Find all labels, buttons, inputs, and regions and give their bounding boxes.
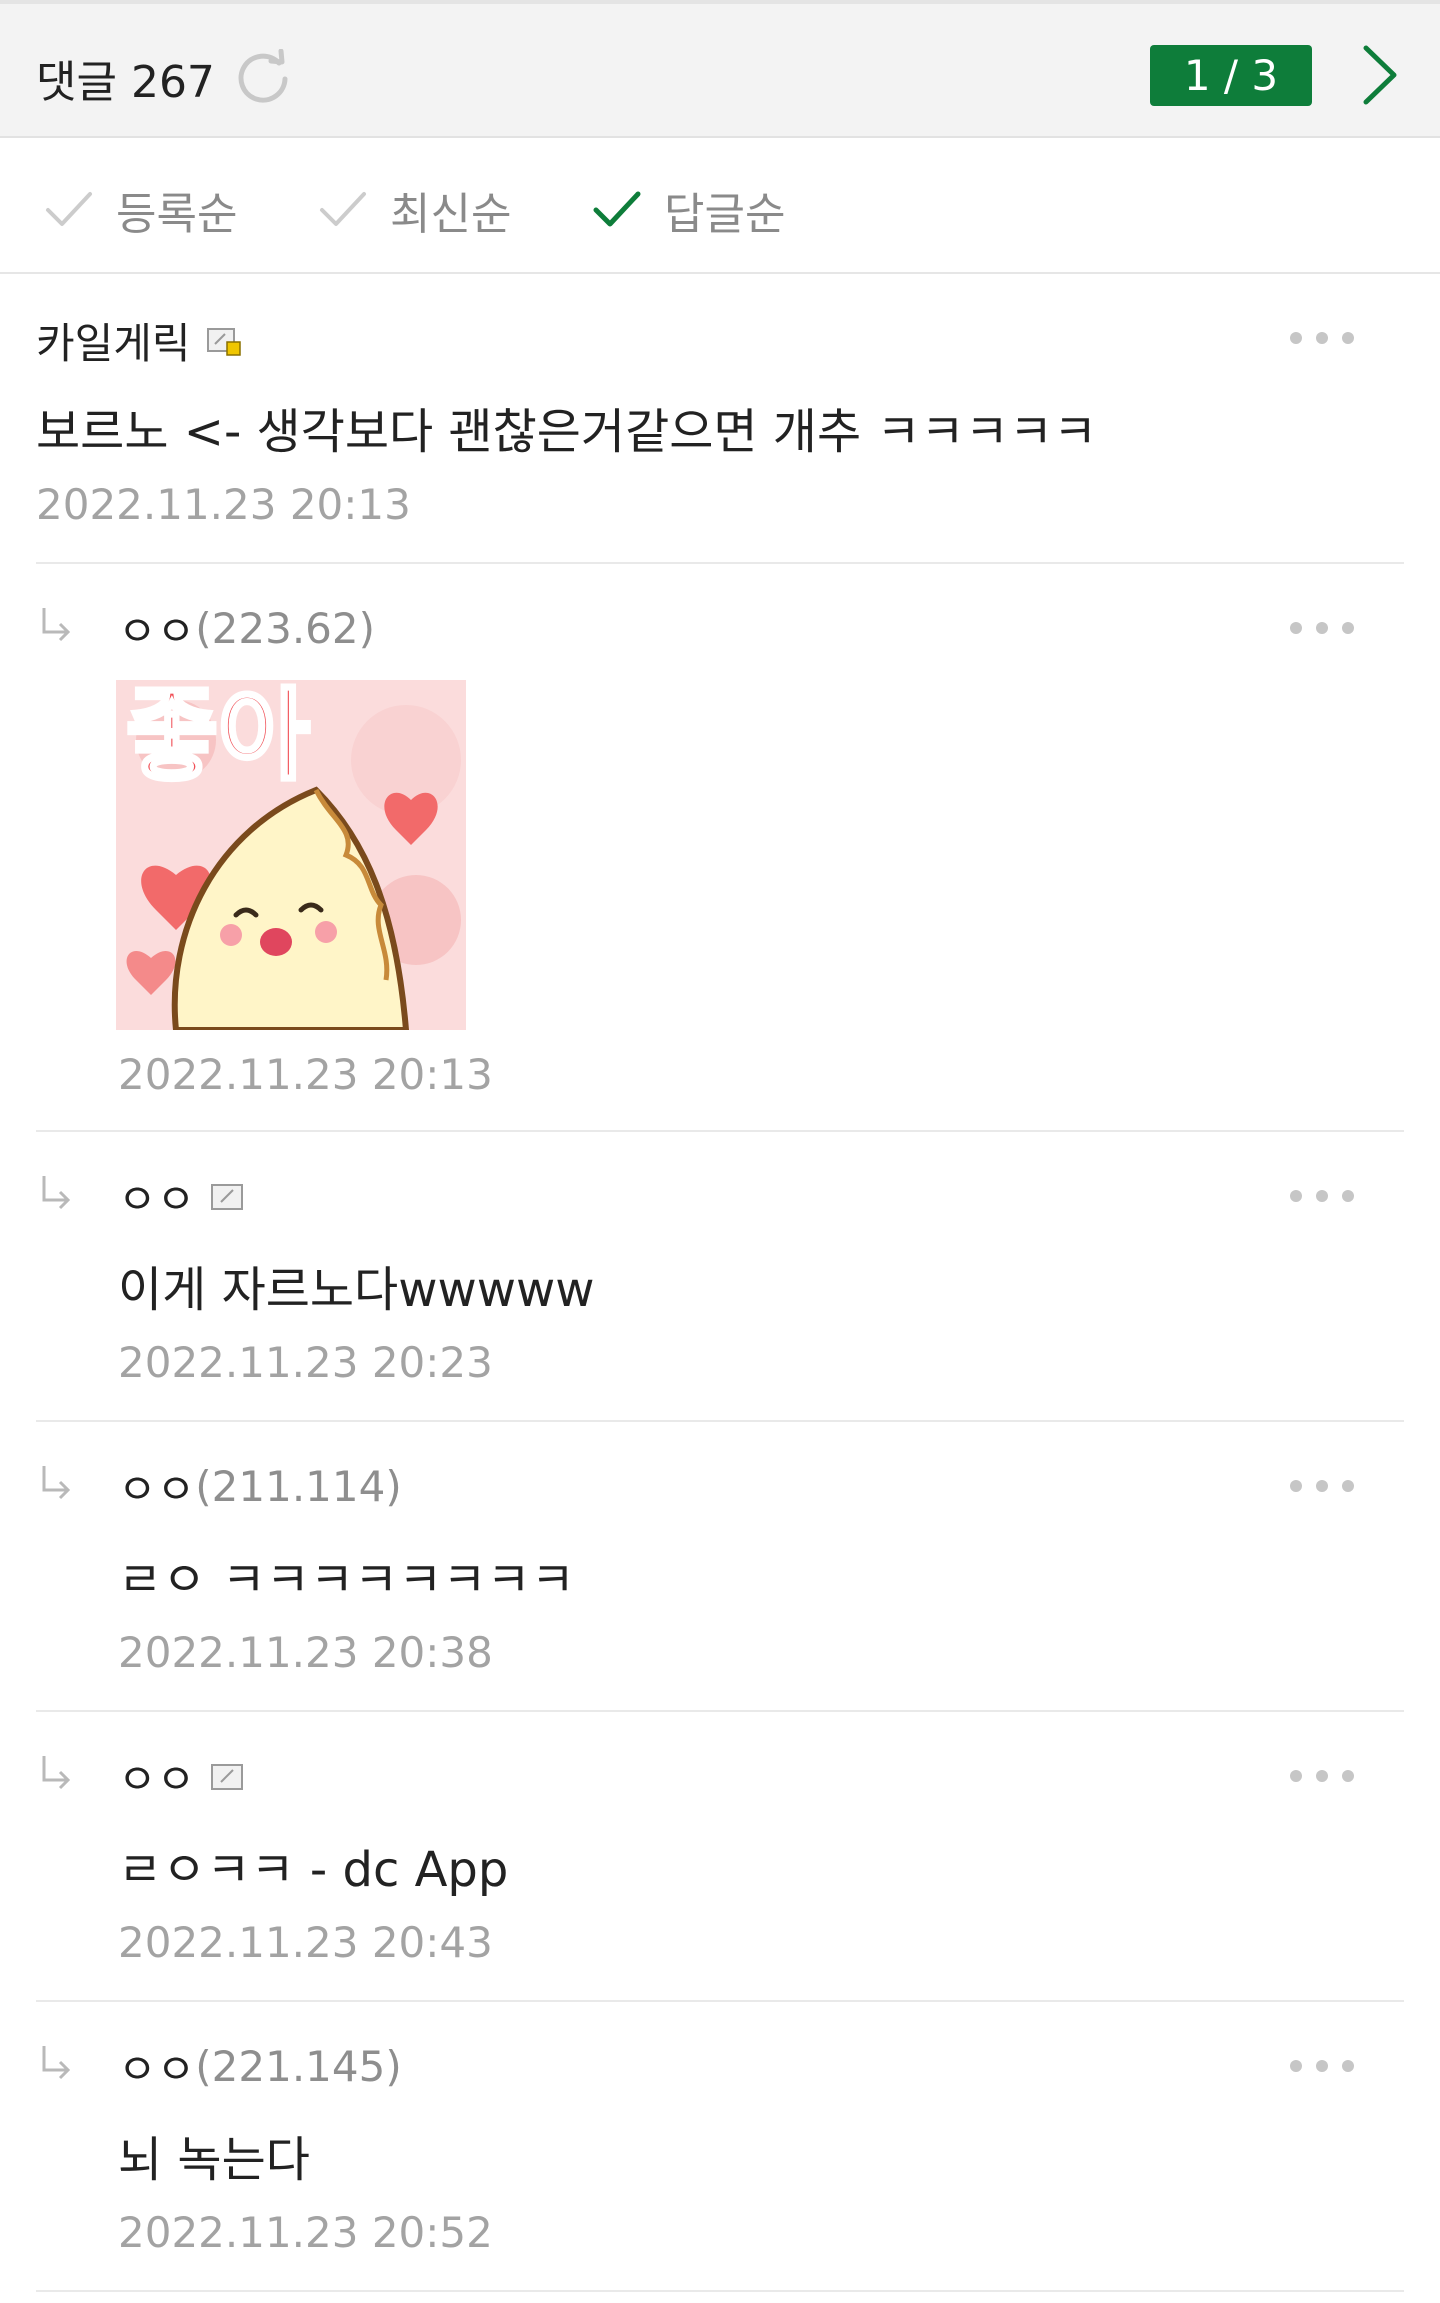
comment-author[interactable]: ㅇㅇ <box>118 1166 245 1227</box>
reply-arrow-icon <box>42 1176 71 1210</box>
check-icon <box>320 192 366 226</box>
comment-text: ㄹㅇㅋㅋ - dc App <box>118 1842 509 1898</box>
comment-date: 2022.11.23 20:38 <box>118 1628 493 1677</box>
comment-item: 카일게릭 보르노 <- 생각보다 괜찮은거같으면 개추 ㅋㅋㅋㅋㅋ 2022.1… <box>36 274 1404 564</box>
comment-count-label: 댓글 267 <box>36 57 215 108</box>
sort-latest[interactable]: 최신순 <box>318 178 511 242</box>
comment-date: 2022.11.23 20:13 <box>118 1050 493 1099</box>
comment-author[interactable]: 카일게릭 <box>36 310 241 371</box>
reply-item: ㅇㅇ (221.145) 뇌 녹는다 2022.11.23 20:52 <box>36 2002 1404 2292</box>
comment-author[interactable]: ㅇㅇ (221.145) <box>118 2036 402 2097</box>
author-name: 카일게릭 <box>36 319 191 368</box>
author-name: ㅇㅇ <box>118 607 196 656</box>
reply-arrow-icon <box>42 608 71 642</box>
more-dots-icon[interactable] <box>1288 1188 1356 1204</box>
refresh-icon[interactable] <box>235 49 293 107</box>
comment-author[interactable]: ㅇㅇ (211.114) <box>118 1456 402 1517</box>
check-icon <box>593 191 641 227</box>
comment-text: 보르노 <- 생각보다 괜찮은거같으면 개추 ㅋㅋㅋㅋㅋ <box>36 404 1098 460</box>
sort-bar: 등록순 최신순 답글순 <box>0 138 1440 274</box>
reply-arrow-icon <box>42 1756 71 1790</box>
sort-registered-label: 등록순 <box>116 189 238 240</box>
more-dots-icon[interactable] <box>1288 620 1356 636</box>
comment-text: 이게 자르노다wwwww <box>118 1262 595 1318</box>
comment-author[interactable]: ㅇㅇ <box>118 1746 245 1807</box>
sort-registered[interactable]: 등록순 <box>44 178 237 242</box>
sort-replies[interactable]: 답글순 <box>592 178 785 242</box>
reply-item: ㅇㅇ ㄹㅇㅋㅋ - dc App 2022.11.23 20:43 <box>36 1712 1404 2002</box>
member-badge-icon <box>211 1183 244 1210</box>
comment-date: 2022.11.23 20:23 <box>118 1338 493 1387</box>
sticker-text: 좋아 <box>126 680 310 794</box>
comment-date: 2022.11.23 20:43 <box>118 1918 493 1967</box>
sort-replies-label: 답글순 <box>664 189 786 240</box>
reply-item: ㅇㅇ 이게 자르노다wwwww 2022.11.23 20:23 <box>36 1132 1404 1422</box>
reply-arrow-icon <box>42 1466 71 1500</box>
comment-date: 2022.11.23 20:52 <box>118 2208 493 2257</box>
more-dots-icon[interactable] <box>1288 330 1356 346</box>
author-name: ㅇㅇ <box>118 1465 196 1514</box>
member-badge-icon <box>206 327 241 356</box>
more-dots-icon[interactable] <box>1288 1768 1356 1784</box>
sort-latest-label: 최신순 <box>390 189 512 240</box>
reply-arrow-icon <box>42 2046 71 2080</box>
reply-item: ㅇㅇ (223.62) 좋아 2022.11.23 20:13 <box>36 564 1404 1132</box>
sticker-image[interactable]: 좋아 <box>116 680 466 1030</box>
author-name: ㅇㅇ <box>118 1175 196 1224</box>
author-ip: (211.114) <box>195 1462 402 1511</box>
author-name: ㅇㅇ <box>118 1755 196 1804</box>
reply-item: ㅇㅇ (211.114) ㄹㅇ ㅋㅋㅋㅋㅋㅋㅋㅋ 2022.11.23 20:3… <box>36 1422 1404 1712</box>
author-ip: (221.145) <box>195 2042 402 2091</box>
comment-text: 뇌 녹는다 <box>118 2132 310 2188</box>
page-indicator: 1 / 3 <box>1150 45 1312 106</box>
comment-author[interactable]: ㅇㅇ (223.62) <box>118 598 375 659</box>
comment-text: ㄹㅇ ㅋㅋㅋㅋㅋㅋㅋㅋ <box>118 1552 575 1608</box>
member-badge-icon <box>211 1763 244 1790</box>
author-ip: (223.62) <box>195 604 376 653</box>
comment-count-title: 댓글 267 <box>36 46 293 110</box>
comment-date: 2022.11.23 20:13 <box>36 480 411 529</box>
check-icon <box>46 192 92 226</box>
more-dots-icon[interactable] <box>1288 1478 1356 1494</box>
chevron-right-icon[interactable] <box>1356 42 1404 108</box>
author-name: ㅇㅇ <box>118 2045 196 2094</box>
comment-header: 댓글 267 1 / 3 <box>0 4 1440 138</box>
more-dots-icon[interactable] <box>1288 2058 1356 2074</box>
